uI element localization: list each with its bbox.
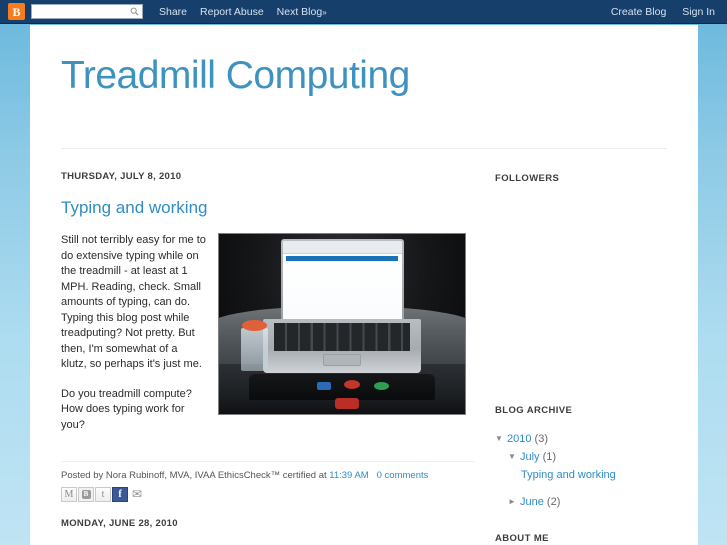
post-next: MONDAY, JUNE 28, 2010 Going Ape - lesson… xyxy=(61,518,475,545)
nav-next-blog-label: Next Blog xyxy=(276,5,323,18)
post-timestamp[interactable]: 11:39 AM xyxy=(329,470,368,481)
post-body: Still not terribly easy for me to do ext… xyxy=(61,233,475,447)
about-me-title: About Me xyxy=(495,533,549,544)
laptop-lid xyxy=(280,239,404,323)
blogger-logo-letter: B xyxy=(12,4,21,19)
post-footer: Posted by Nora Rubinoff, MVA, IVAA Ethic… xyxy=(61,462,475,502)
post-author: Nora Rubinoff, MVA, IVAA EthicsCheck™ ce… xyxy=(105,470,317,481)
main-column: THURSDAY, JULY 8, 2010 Typing and workin… xyxy=(30,149,475,545)
share-icon[interactable]: ✉ xyxy=(129,487,145,502)
nav-report-abuse-link[interactable]: Report Abuse xyxy=(200,6,264,18)
search-input[interactable] xyxy=(32,8,124,22)
archive-item-month-july: ▼ July (1) xyxy=(495,448,667,466)
post-comments-link[interactable]: 0 comments xyxy=(377,470,429,481)
water-bottle xyxy=(241,327,269,371)
blog-archive-list: ▼ 2010 (3) ▼ July (1) Typing and working xyxy=(495,430,667,511)
blog-outer-wrapper: Treadmill Computing THURSDAY, JULY 8, 20… xyxy=(30,25,698,545)
archive-year-link[interactable]: 2010 xyxy=(507,433,531,445)
content-area: THURSDAY, JULY 8, 2010 Typing and workin… xyxy=(30,149,698,545)
twitter-icon[interactable]: t xyxy=(95,487,111,502)
console-button-green xyxy=(373,381,389,390)
blogger-share-icon[interactable]: B xyxy=(78,487,94,502)
laptop-trackpad xyxy=(323,354,361,367)
laptop-keyboard-deck xyxy=(263,318,421,373)
posted-by-label: Posted by xyxy=(61,470,104,481)
archive-month-july-link[interactable]: July xyxy=(520,451,540,463)
email-icon[interactable]: M xyxy=(61,487,77,502)
facebook-icon[interactable]: f xyxy=(112,487,128,502)
archive-post-link[interactable]: Typing and working xyxy=(521,466,616,484)
blog-title[interactable]: Treadmill Computing xyxy=(61,53,698,99)
post-title[interactable]: Typing and working xyxy=(61,198,475,218)
blogger-logo-icon[interactable]: B xyxy=(8,3,25,20)
chevron-right-icon[interactable]: ► xyxy=(508,493,520,511)
followers-title: Followers xyxy=(495,173,560,184)
post-paragraph-1: Still not terribly easy for me to do ext… xyxy=(61,234,206,370)
browser-toolbar xyxy=(282,241,402,254)
create-blog-link[interactable]: Create Blog xyxy=(611,6,666,18)
browser-highlight-bar xyxy=(286,255,398,262)
laptop-screen xyxy=(282,241,402,321)
share-buttons: M B t f ✉ xyxy=(61,487,475,502)
laptop-keys xyxy=(274,322,410,351)
archive-item-month-june: ► June (2) xyxy=(495,493,667,511)
post-paragraph-2: Do you treadmill compute? How does typin… xyxy=(61,387,192,431)
post-byline: Posted by Nora Rubinoff, MVA, IVAA Ethic… xyxy=(61,469,475,482)
archive-month-june-link[interactable]: June xyxy=(520,496,544,508)
console-stop-button xyxy=(334,397,359,409)
navbar-links: Share Report Abuse Next Blog» xyxy=(159,6,327,18)
blogger-navbar: B Share Report Abuse Next Blog» Create B… xyxy=(0,0,727,24)
post-photo[interactable] xyxy=(218,233,466,415)
at-label: at xyxy=(318,470,327,481)
post-next-date: MONDAY, JUNE 28, 2010 xyxy=(61,518,178,529)
archive-year-count: (3) xyxy=(534,433,548,445)
navbar-right-links: Create Blog Sign In xyxy=(611,6,719,18)
archive-item-post: Typing and working xyxy=(495,466,667,484)
nav-next-blog-link[interactable]: Next Blog» xyxy=(277,6,327,18)
console-button-blue xyxy=(317,381,332,390)
post-date: THURSDAY, JULY 8, 2010 xyxy=(61,171,182,182)
about-me-widget: About Me xyxy=(495,533,667,544)
sign-in-link[interactable]: Sign In xyxy=(682,6,715,18)
blog-archive-title: Blog Archive xyxy=(495,405,573,416)
next-blog-arrow-icon: » xyxy=(322,7,327,17)
console-button-red xyxy=(344,379,361,389)
post-text: Still not terribly easy for me to do ext… xyxy=(61,233,206,447)
blog-header: Treadmill Computing xyxy=(30,25,698,148)
sidebar: Followers Blog Archive ▼ 2010 (3) ▼ July xyxy=(475,149,667,545)
archive-month-july-count: (1) xyxy=(542,451,557,463)
chevron-down-icon[interactable]: ▼ xyxy=(495,430,507,448)
blog-archive-widget: Blog Archive ▼ 2010 (3) ▼ July (1) xyxy=(495,405,667,511)
chevron-down-icon[interactable]: ▼ xyxy=(508,448,520,466)
magnifier-icon xyxy=(130,7,139,16)
followers-widget: Followers xyxy=(495,173,667,405)
nav-share-link[interactable]: Share xyxy=(159,6,187,18)
post: THURSDAY, JULY 8, 2010 Typing and workin… xyxy=(61,171,475,502)
archive-item-year: ▼ 2010 (3) xyxy=(495,430,667,448)
page-root: B Share Report Abuse Next Blog» Create B… xyxy=(0,0,727,545)
archive-month-june-count: (2) xyxy=(546,496,561,508)
treadmill-console xyxy=(248,374,436,400)
navbar-search[interactable] xyxy=(31,4,143,22)
